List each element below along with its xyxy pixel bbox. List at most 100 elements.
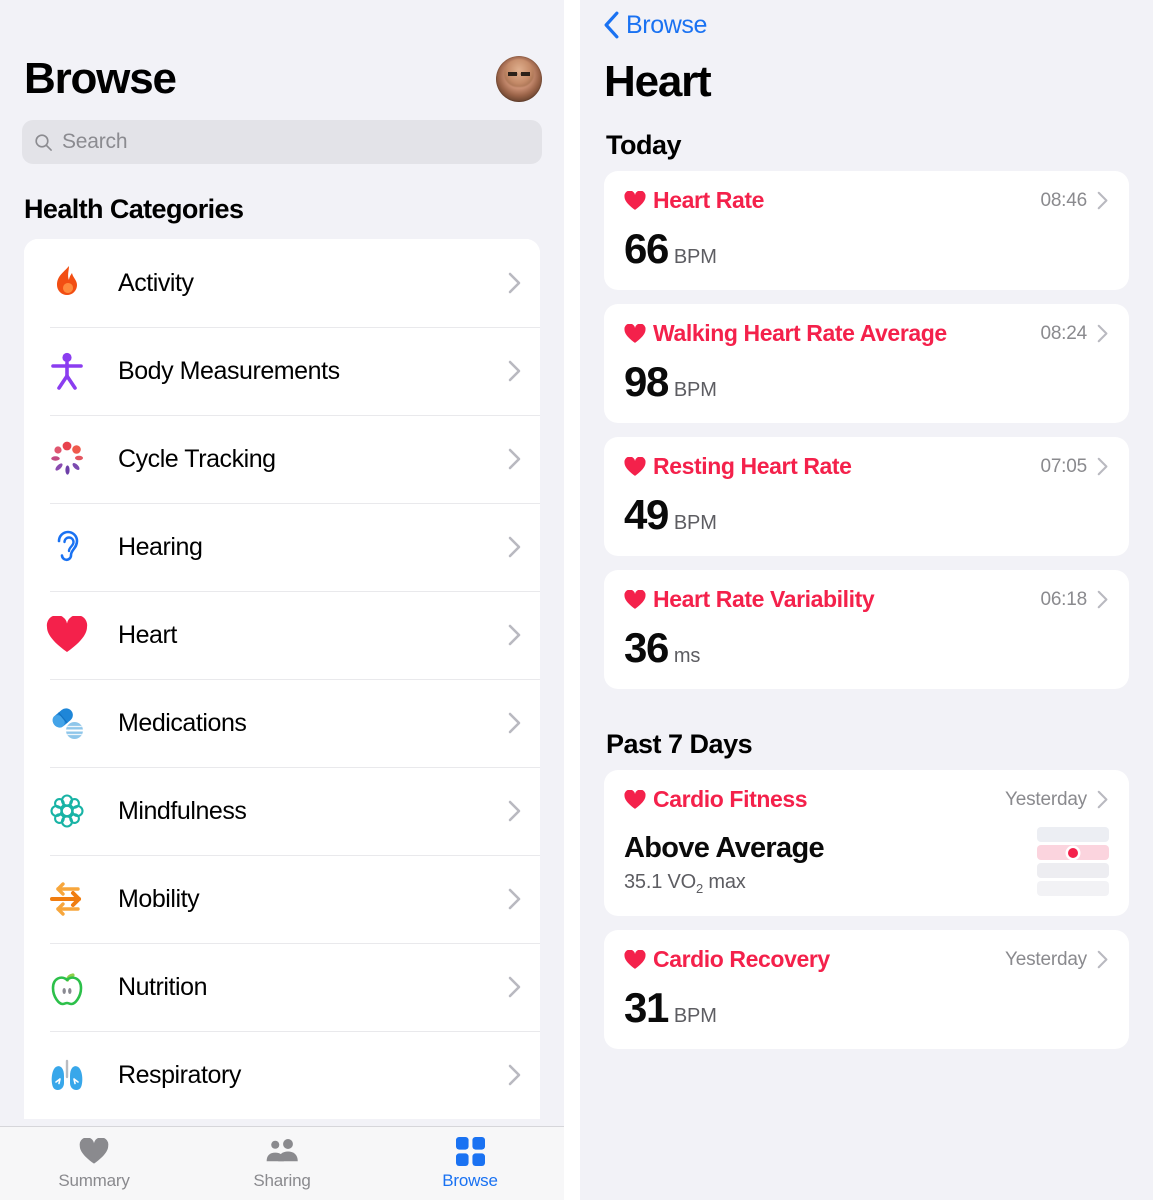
heart-icon <box>624 589 646 609</box>
metric-title-text: Resting Heart Rate <box>653 453 852 479</box>
browse-pane: Browse Search Health Categories Activity… <box>0 0 564 1200</box>
heart-icon <box>624 190 646 210</box>
pane-divider <box>564 0 580 1200</box>
card-header: Walking Heart Rate Average 08:24 <box>624 320 1109 347</box>
metric-card-cardio-recovery[interactable]: Cardio Recovery Yesterday 31 BPM <box>604 930 1129 1049</box>
cycle-petals-icon <box>44 436 90 482</box>
metric-unit: BPM <box>673 512 717 534</box>
metric-value: 98 <box>624 358 669 405</box>
tab-sharing[interactable]: Sharing <box>188 1135 376 1191</box>
metric-title-text: Cardio Fitness <box>653 786 808 812</box>
category-label: Respiratory <box>118 1060 241 1089</box>
cardio-fitness-subline: 35.1 VO2 max <box>624 871 824 896</box>
metric-card-heart-rate[interactable]: Heart Rate 08:46 66 BPM <box>604 171 1129 290</box>
category-row-respiratory[interactable]: Respiratory <box>24 1031 540 1119</box>
card-header: Cardio Fitness Yesterday <box>624 786 1109 813</box>
metric-title-text: Heart Rate <box>653 187 765 213</box>
page-title: Heart <box>604 57 712 106</box>
section-heading-today: Today <box>606 130 682 160</box>
metric-title: Heart Rate Variability <box>624 586 875 613</box>
card-body: 31 BPM <box>624 987 1109 1029</box>
range-band-2 <box>1037 845 1109 860</box>
browse-header: Browse <box>0 0 564 102</box>
health-categories-list: Activity Body Measurements Cycle Trackin… <box>24 239 540 1119</box>
tab-summary[interactable]: Summary <box>0 1135 188 1191</box>
card-meta: Yesterday <box>1005 789 1109 811</box>
search-placeholder: Search <box>62 130 128 153</box>
tab-label: Sharing <box>253 1171 311 1190</box>
card-header: Cardio Recovery Yesterday <box>624 946 1109 973</box>
metric-value: 31 <box>624 984 669 1031</box>
card-meta: 06:18 <box>1040 589 1109 611</box>
metric-title: Walking Heart Rate Average <box>624 320 947 347</box>
category-row-mobility[interactable]: Mobility <box>24 855 540 943</box>
category-label: Mobility <box>118 884 200 913</box>
card-body: 49 BPM <box>624 494 1109 536</box>
chevron-right-icon <box>508 712 521 734</box>
back-button[interactable]: Browse <box>580 0 1153 40</box>
card-meta: 08:24 <box>1040 323 1109 345</box>
profile-avatar[interactable] <box>496 56 542 102</box>
chevron-right-icon <box>508 800 521 822</box>
brain-icon <box>44 788 90 834</box>
arrows-icon <box>44 876 90 922</box>
metric-title: Cardio Fitness <box>624 786 808 813</box>
metric-value-row: 31 BPM <box>624 987 717 1029</box>
browse-scroll-area[interactable]: Browse Search Health Categories Activity… <box>0 0 564 1126</box>
metric-unit: ms <box>673 645 701 667</box>
chevron-right-icon <box>508 976 521 998</box>
vo2-value: 35.1 VO <box>624 871 696 893</box>
card-header: Resting Heart Rate 07:05 <box>624 453 1109 480</box>
metric-unit: BPM <box>673 1005 717 1027</box>
category-row-body-measurements[interactable]: Body Measurements <box>24 327 540 415</box>
range-band-4 <box>1037 881 1109 896</box>
search-field[interactable]: Search <box>22 120 542 164</box>
chevron-right-icon <box>1097 457 1108 476</box>
tab-browse[interactable]: Browse <box>376 1135 564 1191</box>
metric-time: 08:24 <box>1040 322 1087 344</box>
category-row-nutrition[interactable]: Nutrition <box>24 943 540 1031</box>
section-heading-past-7-days: Past 7 Days <box>606 729 753 759</box>
chevron-left-icon <box>604 11 619 39</box>
metric-card-cardio-fitness[interactable]: Cardio Fitness Yesterday Above Average 3… <box>604 770 1129 916</box>
card-body: 66 BPM <box>624 228 1109 270</box>
category-label: Body Measurements <box>118 356 340 385</box>
chevron-right-icon <box>508 536 521 558</box>
tab-label: Summary <box>58 1171 130 1190</box>
flame-icon <box>44 260 90 306</box>
category-row-heart[interactable]: Heart <box>24 591 540 679</box>
card-body: 36 ms <box>624 627 1109 669</box>
chevron-right-icon <box>508 272 521 294</box>
tab-label: Browse <box>442 1171 498 1190</box>
metric-title: Heart Rate <box>624 187 764 214</box>
metric-time: 08:46 <box>1040 189 1087 211</box>
range-marker-dot <box>1068 847 1078 858</box>
apple-icon <box>44 964 90 1010</box>
category-label: Hearing <box>118 532 203 561</box>
cardio-fitness-text: Above Average 35.1 VO2 max <box>624 834 825 897</box>
category-row-activity[interactable]: Activity <box>24 239 540 327</box>
card-meta: 08:46 <box>1040 190 1109 212</box>
metric-time: Yesterday <box>1004 788 1087 810</box>
health-app-screenshot: Browse Search Health Categories Activity… <box>0 0 1153 1200</box>
category-row-hearing[interactable]: Hearing <box>24 503 540 591</box>
metric-card-resting-heart-rate[interactable]: Resting Heart Rate 07:05 49 BPM <box>604 437 1129 556</box>
category-label: Mindfulness <box>118 796 247 825</box>
card-meta: 07:05 <box>1040 456 1109 478</box>
heart-icon <box>44 612 90 658</box>
back-label: Browse <box>626 10 707 39</box>
card-header: Heart Rate Variability 06:18 <box>624 586 1109 613</box>
category-row-cycle-tracking[interactable]: Cycle Tracking <box>24 415 540 503</box>
heart-detail-pane: Browse Heart Today Heart Rate 08:46 66 B… <box>580 0 1153 1200</box>
heart-icon <box>624 949 646 969</box>
people-icon <box>264 1135 300 1167</box>
card-body: 98 BPM <box>624 361 1109 403</box>
chevron-right-icon <box>508 448 521 470</box>
category-row-mindfulness[interactable]: Mindfulness <box>24 767 540 855</box>
metric-value-row: 36 ms <box>624 627 700 669</box>
metric-card-heart-rate-variability[interactable]: Heart Rate Variability 06:18 36 ms <box>604 570 1129 689</box>
card-header: Heart Rate 08:46 <box>624 187 1109 214</box>
chevron-right-icon <box>508 1064 521 1086</box>
category-row-medications[interactable]: Medications <box>24 679 540 767</box>
metric-card-walking-heart-rate-average[interactable]: Walking Heart Rate Average 08:24 98 BPM <box>604 304 1129 423</box>
